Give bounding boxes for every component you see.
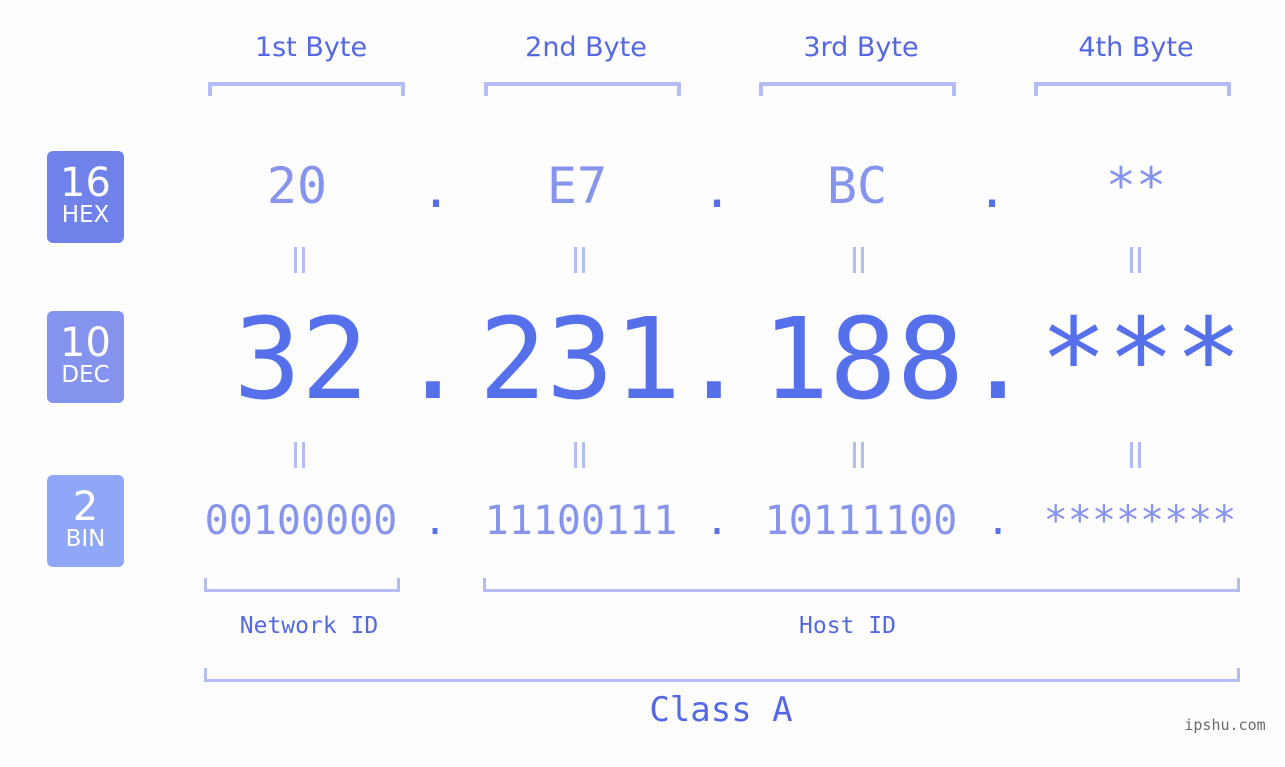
equals-icon	[290, 442, 310, 468]
host-id-label: Host ID	[799, 613, 896, 639]
bin-byte-4: ********	[1043, 498, 1237, 544]
bin-separator-1: .	[422, 498, 448, 544]
hex-separator-3: .	[976, 161, 1008, 219]
hex-separator-1: .	[420, 161, 452, 219]
bin-separator-3: .	[985, 498, 1011, 544]
hex-base-number: 16	[60, 160, 111, 206]
watermark: ipshu.com	[1184, 716, 1266, 734]
bin-byte-2: 11100111	[484, 498, 678, 544]
byte-bracket-2	[484, 82, 681, 96]
bin-badge: 2 BIN	[47, 475, 124, 567]
dec-base-number: 10	[60, 320, 111, 366]
byte-header-3: 3rd Byte	[803, 32, 919, 63]
hex-byte-2: E7	[546, 157, 608, 215]
hex-badge: 16 HEX	[47, 151, 124, 243]
equals-icon	[1126, 442, 1146, 468]
hex-byte-4: **	[1105, 157, 1167, 215]
byte-bracket-3	[759, 82, 956, 96]
byte-header-1: 1st Byte	[254, 32, 368, 63]
dec-byte-2: 231	[478, 295, 682, 425]
equals-icon	[849, 442, 869, 468]
dec-byte-3: 188	[761, 295, 965, 425]
dec-byte-1: 32	[233, 295, 369, 425]
byte-header-2: 2nd Byte	[525, 32, 647, 63]
hex-separator-2: .	[701, 161, 733, 219]
bin-byte-3: 10111100	[764, 498, 958, 544]
bin-byte-1: 00100000	[204, 498, 398, 544]
equals-icon	[1126, 247, 1146, 273]
equals-icon	[570, 442, 590, 468]
hex-base-label: HEX	[61, 202, 110, 228]
dec-byte-4: ***	[1039, 295, 1243, 425]
hex-byte-1: 20	[266, 157, 328, 215]
bin-separator-2: .	[704, 498, 730, 544]
hex-byte-3: BC	[826, 157, 888, 215]
class-bracket	[204, 668, 1240, 682]
network-id-bracket	[204, 578, 400, 592]
network-id-label: Network ID	[239, 613, 379, 639]
byte-bracket-4	[1034, 82, 1231, 96]
bin-base-label: BIN	[65, 526, 106, 552]
byte-header-4: 4th Byte	[1078, 32, 1194, 63]
equals-icon	[570, 247, 590, 273]
bin-base-number: 2	[72, 484, 99, 530]
dec-badge: 10 DEC	[47, 311, 124, 403]
dec-base-label: DEC	[61, 362, 110, 388]
byte-bracket-1	[208, 82, 405, 96]
equals-icon	[849, 247, 869, 273]
class-label: Class A	[649, 690, 793, 730]
equals-icon	[290, 247, 310, 273]
host-id-bracket	[483, 578, 1240, 592]
